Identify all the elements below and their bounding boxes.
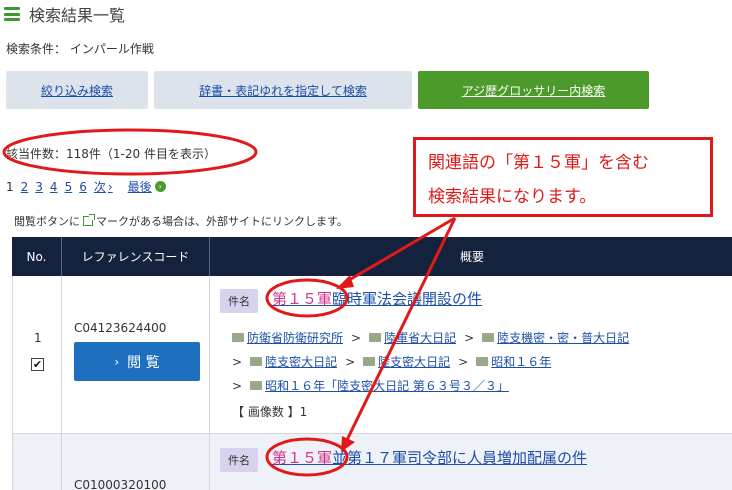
next-arrow-icon: › [107,180,113,194]
tab-refine-search[interactable]: 絞り込み検索 [6,71,148,109]
subject-badge: 件名 [220,289,258,313]
folder-icon [250,381,263,390]
breadcrumb-separator: > [345,354,356,369]
page-link-3[interactable]: 3 [35,180,43,194]
folder-icon [363,357,376,366]
reference-code: C01000320100 [74,478,167,490]
annotation-callout: 関連語の「第１５軍」を含む 検索結果になります。 [413,137,713,217]
results-table: No. レファレンスコード 概要 1 ✔ C04123624400 › 閲 覧 … [12,237,732,490]
column-header-no: No. [12,237,62,276]
breadcrumb-separator: > [458,354,469,369]
menu-icon[interactable] [4,7,20,21]
cell-summary: 件名 第１５軍並第１７軍司令部に人員増加配属の件 [210,434,732,490]
table-row: C01000320100 件名 第１５軍並第１７軍司令部に人員増加配属の件 [12,434,732,490]
item-title-link[interactable]: 第１５軍並第１７軍司令部に人員増加配属の件 [272,447,587,468]
last-page-link[interactable]: 最後 › [128,178,173,195]
page-link-2[interactable]: 2 [21,180,29,194]
pagination: 1 2 3 4 5 6 次 › 最後 › [6,178,180,195]
item-title-highlight: 第１５軍 [272,290,333,308]
cell-reference: C01000320100 [62,434,210,490]
breadcrumb-link[interactable]: 陸軍省大日記 [384,329,456,346]
table-header: No. レファレンスコード 概要 [12,237,732,276]
next-page-link[interactable]: 次 › [94,178,113,195]
image-count: 【 画像数 】1 [232,405,308,419]
page-link-4[interactable]: 4 [50,180,58,194]
external-link-note: 閲覧ボタンに マークがある場合は、外部サイトにリンクします。 [14,213,348,229]
folder-icon [482,333,495,342]
breadcrumb-separator: > [232,378,243,393]
view-button-label: 閲 覧 [127,354,160,371]
view-button[interactable]: › 閲 覧 [74,342,200,381]
tab-dictionary-search[interactable]: 辞書・表記ゆれを指定して検索 [154,71,412,109]
note-text-after: マークがある場合は、外部サイトにリンクします。 [96,215,348,228]
breadcrumb-link[interactable]: 防衛省防衛研究所 [247,329,343,346]
last-arrow-icon: › [154,181,166,192]
subject-badge: 件名 [220,448,258,472]
page-current: 1 [6,179,14,194]
folder-icon [369,333,382,342]
row-checkbox[interactable]: ✔ [31,358,44,371]
cell-no [12,434,62,490]
cell-reference: C04123624400 › 閲 覧 [62,276,210,433]
breadcrumb-link[interactable]: 陸支密大日記 [378,353,450,370]
breadcrumb-line-1: 防衛省防衛研究所 > 陸軍省大日記 > 陸支機密・密・普大日記 [232,329,629,346]
item-title-rest: 並第１７軍司令部に人員増加配属の件 [332,449,588,467]
breadcrumb-separator: > [232,354,243,369]
folder-icon [232,333,244,342]
table-row: 1 ✔ C04123624400 › 閲 覧 件名 第１５軍臨時軍法会議開設の件… [12,276,732,434]
cell-no: 1 ✔ [12,276,62,433]
page-link-5[interactable]: 5 [65,180,73,194]
result-count: 該当件数：118件（1-20 件目を表示） [6,147,216,161]
item-title-highlight: 第１５軍 [272,449,333,467]
breadcrumb-separator: > [464,330,475,345]
folder-icon [476,357,489,366]
folder-icon [250,357,263,366]
breadcrumb-separator: > [351,330,362,345]
item-title-rest: 臨時軍法会議開設の件 [332,290,483,308]
breadcrumb-link[interactable]: 陸支機密・密・普大日記 [497,329,629,346]
next-label: 次 [93,180,106,194]
column-header-summary: 概要 [459,250,484,264]
chevron-right-icon: › [114,354,120,369]
external-link-icon [83,214,95,226]
column-header-reference-code: レファレンスコード [62,237,210,276]
page-header: 検索結果一覧 [4,2,125,26]
breadcrumb-link[interactable]: 昭和１６年 [491,353,551,370]
note-text-before: 閲覧ボタンに [14,215,80,228]
page-link-6[interactable]: 6 [79,180,87,194]
row-number: 1 [34,331,42,345]
callout-line-1: 関連語の「第１５軍」を含む [428,153,649,173]
search-conditions: 検索条件： インパール作戦 [6,42,154,56]
item-title-link[interactable]: 第１５軍臨時軍法会議開設の件 [272,288,482,309]
breadcrumb-line-3: > 昭和１６年「陸支密大日記 第６３号３／３」 [232,377,509,394]
cell-summary: 件名 第１５軍臨時軍法会議開設の件 防衛省防衛研究所 > 陸軍省大日記 > 陸支… [210,276,732,433]
breadcrumb-line-2: > 陸支密大日記 > 陸支密大日記 > 昭和１６年 [232,353,551,370]
page-title: 検索結果一覧 [29,6,126,25]
reference-code: C04123624400 [74,321,167,335]
breadcrumb-link[interactable]: 昭和１６年「陸支密大日記 第６３号３／３」 [265,377,509,394]
callout-line-2: 検索結果になります。 [428,187,597,207]
breadcrumb-link[interactable]: 陸支密大日記 [265,353,337,370]
last-label: 最後 [127,180,152,194]
tab-glossary-search[interactable]: アジ歴グロッサリー内検索 [418,71,649,109]
